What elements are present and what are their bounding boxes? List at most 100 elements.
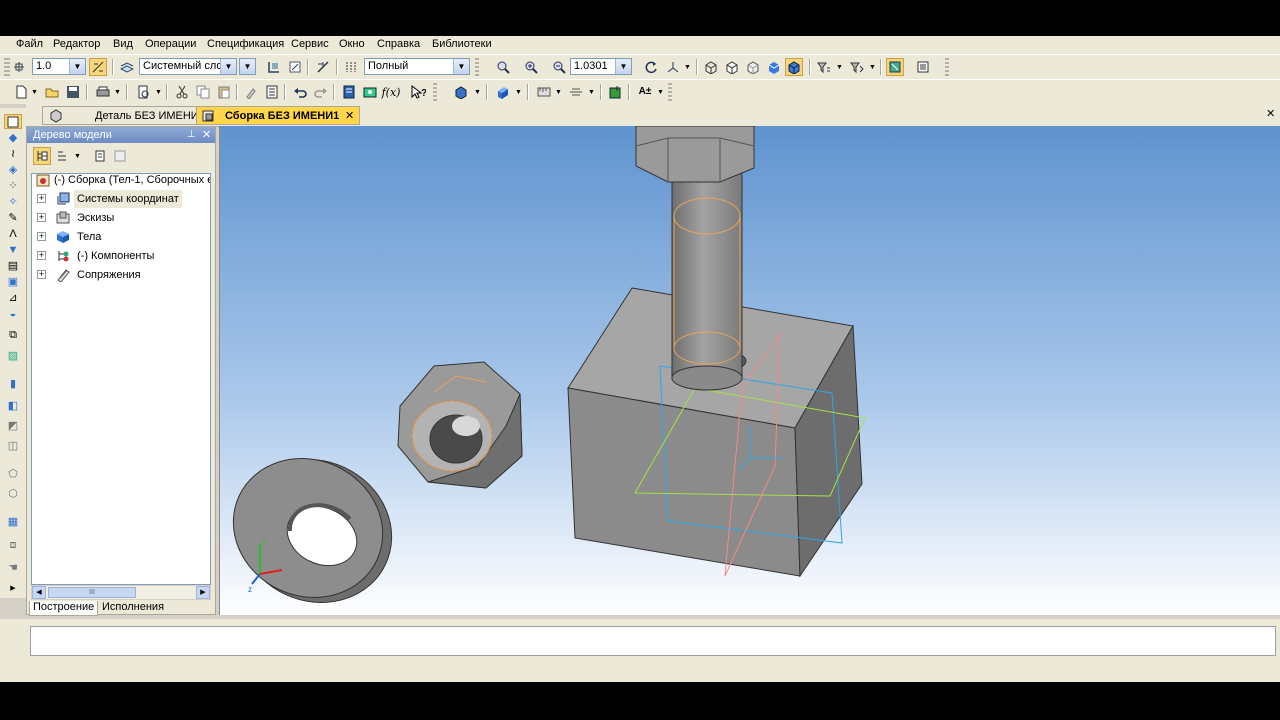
hidden-thin-icon[interactable] [744,58,762,76]
text-style-icon[interactable]: A± [636,83,654,101]
chevron-down-icon[interactable]: ▼ [588,89,595,96]
close-icon[interactable]: ✕ [202,127,211,143]
expand-toolbar-icon[interactable]: ▶ [4,580,22,595]
section-icon[interactable] [567,83,585,101]
tree-item-bodies[interactable]: + Тела [32,228,210,246]
zoom-window-icon[interactable] [494,58,512,76]
tree-document-icon[interactable] [91,147,109,165]
chevron-down-icon[interactable]: ▼ [684,64,691,71]
chevron-down-icon[interactable]: ▼ [74,153,81,160]
redo-icon[interactable] [312,83,330,101]
layers-icon[interactable] [118,58,136,76]
chevron-down-icon[interactable]: ▼ [869,64,876,71]
update-model-icon[interactable] [606,83,624,101]
measure-tool-icon[interactable]: ⊿ [4,290,22,305]
3d-viewport[interactable]: y z [219,126,1280,615]
expand-icon[interactable]: + [37,270,46,279]
weld-icon[interactable]: ◩ [4,418,22,433]
cut-icon[interactable] [173,83,191,101]
display-style-icon[interactable] [342,58,360,76]
menu-help[interactable]: Справка [377,38,420,50]
editing-details-icon[interactable] [4,114,22,129]
scroll-thumb[interactable]: III [48,587,136,598]
library-icon[interactable] [361,83,379,101]
chevron-down-icon[interactable]: ▼ [657,89,664,96]
solid-icon[interactable]: ◆ [4,130,22,145]
spiral-icon[interactable]: ≀ [4,146,22,161]
scroll-left-icon[interactable]: ◀ [32,586,46,599]
filter-tree-icon[interactable]: ▼ [4,242,22,257]
expand-icon[interactable]: + [37,213,46,222]
zoom-scale-icon[interactable] [550,58,568,76]
step-icon[interactable] [10,58,28,76]
pencil-icon[interactable]: ✎ [4,210,22,225]
toolbar-grip[interactable] [668,83,672,101]
zoom-in-icon[interactable] [522,58,540,76]
expand-icon[interactable]: + [37,194,46,203]
hidden-lines-icon[interactable] [723,58,741,76]
pipe-icon[interactable]: ▮ [4,376,22,391]
menu-editor[interactable]: Редактор [53,38,100,50]
component-insert-icon[interactable]: ▦ [4,514,22,529]
format-painter-icon[interactable] [242,83,260,101]
hand-icon[interactable]: ☚ [4,560,22,575]
step-select[interactable]: 1.0 ▼ [32,58,86,75]
move-icon[interactable]: ⧉ [4,328,22,343]
tree-relations-icon[interactable] [111,147,129,165]
chevron-down-icon[interactable]: ▼ [836,64,843,71]
paste-icon[interactable] [215,83,233,101]
tab-construction[interactable]: Построение [29,601,99,616]
chevron-down-icon[interactable]: ▼ [474,89,481,96]
help-pointer-icon[interactable]: ? [409,83,427,101]
view-orient-icon[interactable]: ⬠ [4,466,22,481]
snap-toggle-button[interactable] [89,58,107,76]
parametric-icon[interactable] [314,58,332,76]
chevron-down-icon[interactable]: ▼ [114,89,121,96]
zoom-value-select[interactable]: 1.0301 ▼ [570,58,632,75]
tree-item-components[interactable]: + (-) Компоненты [32,247,210,265]
chevron-down-icon[interactable]: ▼ [155,89,162,96]
copy-component-icon[interactable]: ⧈ [4,538,22,553]
menu-libraries[interactable]: Библиотеки [432,38,492,50]
chevron-down-icon[interactable]: ▼ [555,89,562,96]
tab-assembly-document[interactable]: Сборка БЕЗ ИМЕНИ1 ✕ [196,106,360,125]
display-mode-select[interactable]: Полный ▼ [364,58,470,75]
copy-icon[interactable] [194,83,212,101]
sheet-metal-icon[interactable]: ◧ [4,398,22,413]
toolbar-grip[interactable] [945,58,949,76]
expand-icon[interactable]: + [37,232,46,241]
measure-icon[interactable] [535,83,553,101]
layer-select[interactable]: Системный слой (0) ▼ [139,58,237,75]
menu-view[interactable]: Вид [113,38,133,50]
layer-dropdown-button[interactable]: ▼ [239,58,256,75]
pin-icon[interactable]: ⊥ [187,127,196,143]
properties-list-icon[interactable] [263,83,281,101]
filter-icon[interactable] [815,58,833,76]
tab-part-document[interactable]: Деталь БЕЗ ИМЕНИ1 [42,106,214,125]
extrude-icon[interactable] [494,83,512,101]
wireframe-icon[interactable] [702,58,720,76]
spec-icon[interactable]: ▤ [4,258,22,273]
new-document-icon[interactable] [12,83,30,101]
tree-horizontal-scrollbar[interactable]: ◀ III ▶ [31,585,211,600]
scroll-right-icon[interactable]: ▶ [196,586,210,599]
perspective-icon[interactable] [886,58,904,76]
properties-icon[interactable] [286,58,304,76]
shaded-icon[interactable] [765,58,783,76]
expand-icon[interactable]: + [37,251,46,260]
manager-icon[interactable] [340,83,358,101]
array-icon[interactable]: ⁘ [4,178,22,193]
tree-structure-icon[interactable] [33,147,51,165]
local-cs-icon[interactable] [265,58,283,76]
print-preview-icon[interactable] [134,83,152,101]
report-icon[interactable]: ▣ [4,274,22,289]
shaded-edges-icon[interactable] [785,58,803,76]
tree-item-sketches[interactable]: + Эскизы [32,209,210,227]
save-icon[interactable] [64,83,82,101]
dimension-icon[interactable]: Ʌ [4,226,22,241]
view-manager-icon[interactable] [914,58,932,76]
library-tool-icon[interactable]: ▨ [4,348,22,363]
chevron-down-icon[interactable]: ▼ [515,89,522,96]
rotate-icon[interactable] [642,58,660,76]
menu-service[interactable]: Сервис [291,38,329,50]
